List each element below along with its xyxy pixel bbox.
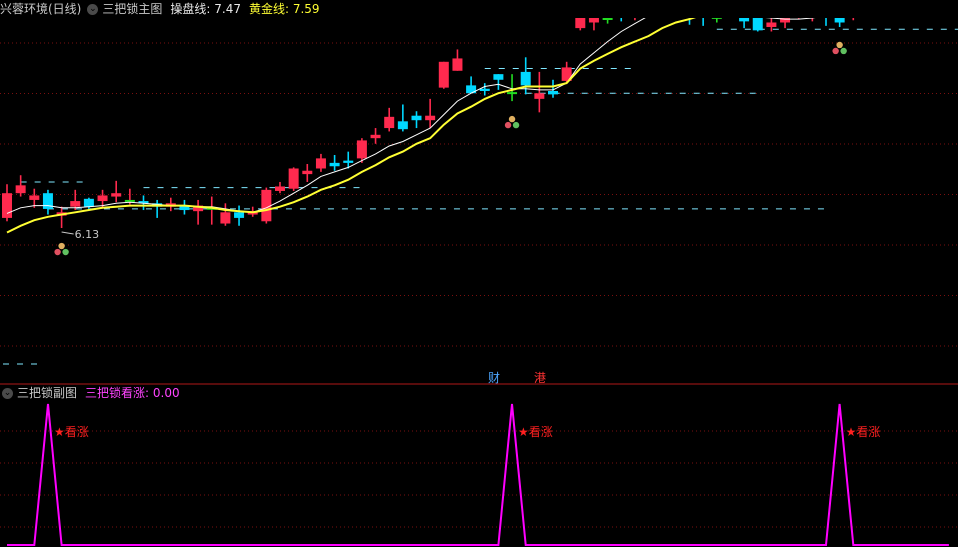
signal-value: 三把锁看涨: 0.00 (85, 386, 180, 400)
candle-body (438, 61, 449, 88)
candle-body (602, 18, 613, 20)
candle-body (479, 88, 490, 91)
sub-indicator-name[interactable]: 三把锁副图 (17, 384, 77, 402)
candle-body (493, 74, 504, 80)
signal-icon-dot (62, 248, 69, 256)
bullish-annotation: ★看涨 (518, 424, 553, 439)
signal-icon-dot (54, 248, 61, 256)
candle-body (315, 158, 326, 169)
main-chart-header: 兴蓉环境(日线) ⌄ 三把锁主图 操盘线: 7.47 黄金线: 7.59 (0, 0, 324, 18)
signal-icon-dot (504, 121, 512, 129)
candle-body (97, 195, 108, 202)
signal-icon (504, 115, 520, 129)
signal-icon-dot (832, 47, 839, 55)
candle-body (124, 199, 135, 202)
candle-body (302, 170, 313, 175)
candle-body (766, 22, 777, 27)
candle-body (452, 58, 463, 71)
signal-icon-dot (840, 47, 847, 55)
signal-icon (832, 41, 847, 55)
candle-body (356, 140, 367, 159)
golden-line (6, 18, 697, 234)
candle-body (548, 91, 558, 95)
candle-body (711, 18, 722, 19)
candle-body (343, 160, 354, 163)
bullish-annotation: ★看涨 (846, 424, 881, 439)
candle-body (234, 212, 245, 218)
sub-signal-chart[interactable]: ★看涨 ★看涨 ★看涨 (0, 402, 958, 547)
candle-body (288, 168, 299, 189)
golden-line-value: 黄金线: 7.59 (248, 2, 320, 16)
candle-body (588, 18, 599, 23)
bullish-annotation: ★看涨 (54, 424, 89, 439)
signal-icon-dot (508, 115, 516, 123)
operating-line (6, 18, 816, 214)
candle-body (752, 18, 763, 31)
sub-chart-header: ⌄ 三把锁副图 三把锁看涨: 0.00 (0, 384, 184, 402)
candle-body (370, 134, 381, 139)
chevron-down-icon[interactable]: ⌄ (87, 3, 99, 15)
candle-body (29, 195, 40, 200)
candle-body (83, 198, 94, 207)
candle-body (70, 201, 81, 207)
candle-body (575, 18, 586, 29)
low-marker-arrow (61, 231, 74, 235)
candle-body (2, 193, 12, 218)
candle-body (739, 18, 750, 22)
candle-body (329, 162, 340, 167)
candle-body (397, 121, 408, 130)
candle-body (834, 18, 845, 23)
candle-body (425, 115, 436, 121)
candle-body (384, 116, 395, 129)
candle-body (111, 193, 122, 197)
chevron-down-icon[interactable]: ⌄ (2, 387, 13, 399)
signal-icon-dot (58, 242, 65, 250)
candle-body (534, 93, 545, 99)
operating-line-value: 操盘线: 7.47 (170, 2, 241, 16)
candle-body (15, 185, 26, 194)
signal-line (7, 403, 949, 546)
main-candlestick-chart[interactable]: 6.137.95 (0, 18, 958, 383)
stock-title[interactable]: 兴蓉环境(日线) (0, 0, 81, 18)
candle-body (466, 85, 477, 94)
candle-body (520, 71, 531, 86)
signal-icon-dot (836, 41, 843, 49)
main-indicator-name[interactable]: 三把锁主图 (102, 0, 162, 18)
low-price-label: 6.13 (75, 228, 100, 241)
signal-icon-dot (512, 121, 520, 129)
candle-body (220, 212, 231, 224)
candle-body (275, 186, 285, 191)
candle-body (507, 92, 518, 95)
candle-body (411, 115, 422, 121)
